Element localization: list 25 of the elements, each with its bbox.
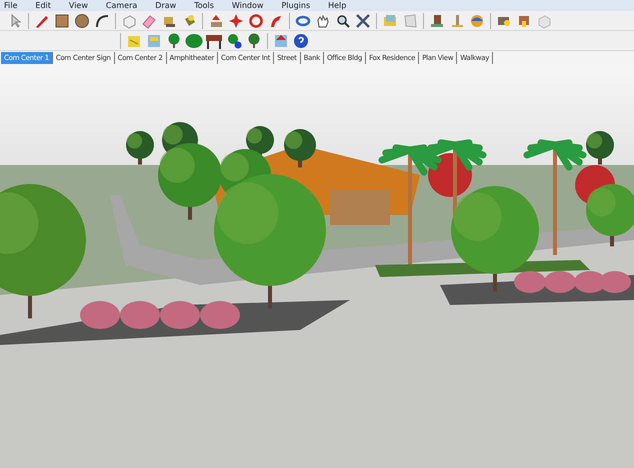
circle-icon [73,12,91,30]
move-icon [227,12,245,30]
zoom-extents-icon [354,12,372,30]
menu-item[interactable]: Edit [35,0,51,10]
circle-tool[interactable] [73,12,91,30]
tree-info-icon [225,32,243,50]
menu-item[interactable]: Tools [194,0,214,10]
menu-item[interactable]: File [4,0,18,10]
help-tool[interactable] [292,32,310,50]
tree-info-tool[interactable] [225,32,243,50]
menu-item[interactable]: Help [328,0,346,10]
menu-item[interactable]: Plugins [281,0,310,10]
rectangle-tool[interactable] [53,12,71,30]
menu-item[interactable]: Camera [106,0,138,10]
move-tool[interactable] [227,12,245,30]
menu-item[interactable]: View [68,0,88,10]
shrub-icon [185,32,203,50]
menu-item[interactable]: Draw [155,0,176,10]
zoom-extents-tool[interactable] [354,12,372,30]
menu-item[interactable]: Window [232,0,264,10]
shrub-tool[interactable] [185,32,203,50]
rotate-tool[interactable] [247,12,265,30]
rectangle-icon [53,12,71,30]
help-icon [292,32,310,50]
rotate-icon [247,12,265,30]
